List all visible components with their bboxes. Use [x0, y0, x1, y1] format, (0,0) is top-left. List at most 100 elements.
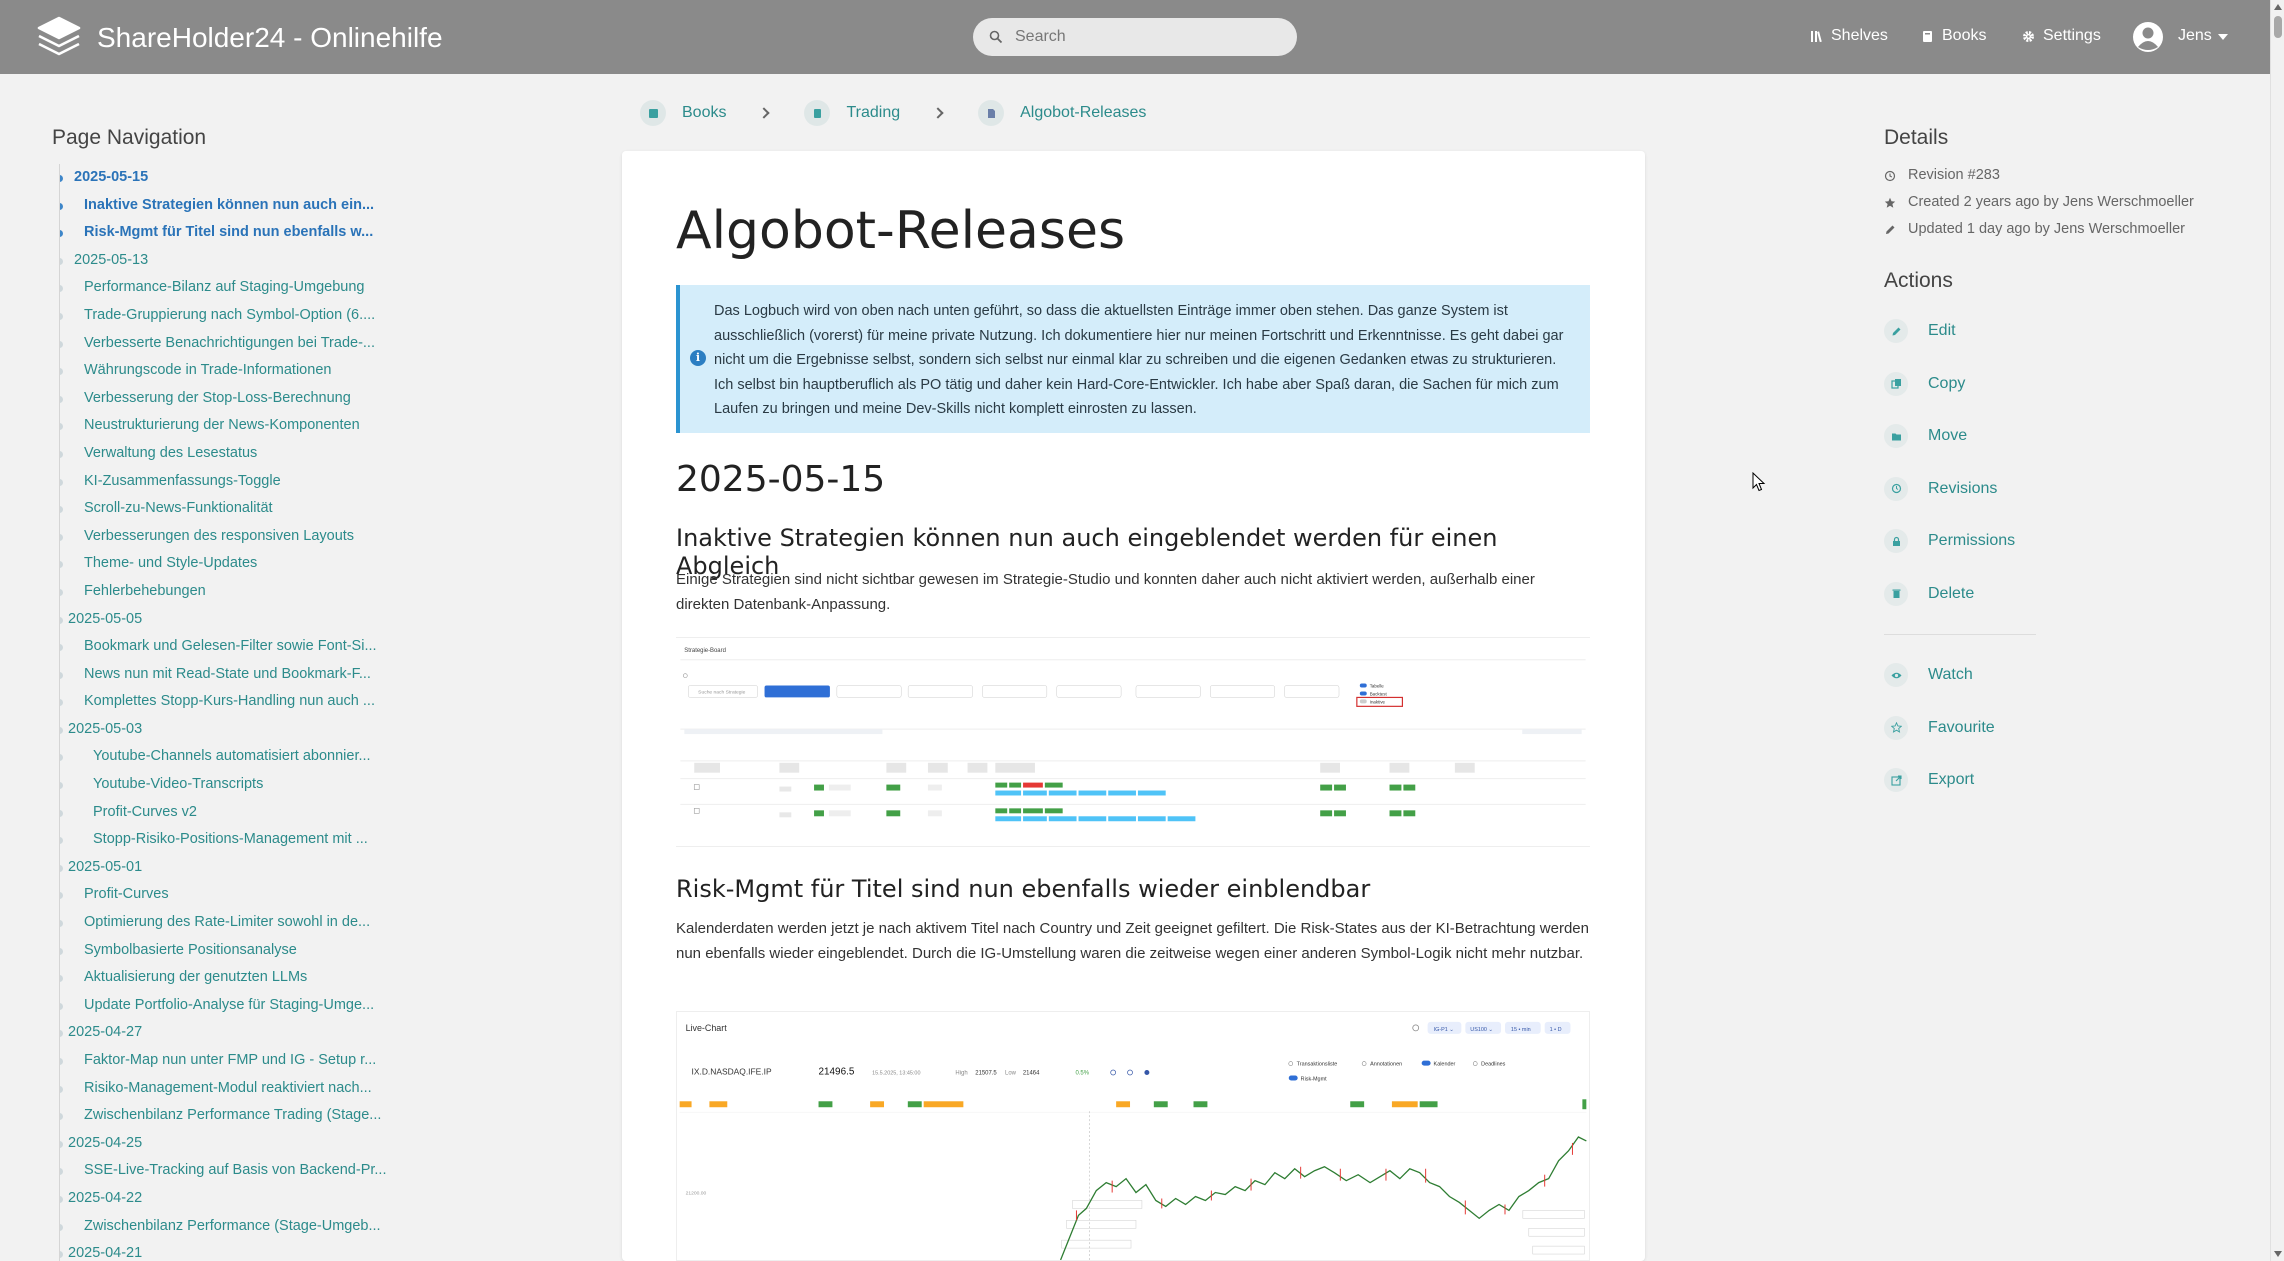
nav-item[interactable]: Youtube-Channels automatisiert abonnier.…: [60, 743, 390, 771]
nav-item[interactable]: Profit-Curves: [60, 881, 390, 909]
move-action[interactable]: Move: [1884, 410, 2244, 463]
bookstack-logo-icon[interactable]: [36, 16, 82, 58]
nav-item[interactable]: News nun mit Read-State und Bookmark-F..…: [60, 661, 390, 689]
breadcrumb-trading[interactable]: Trading: [804, 100, 900, 126]
nav-item[interactable]: 2025-04-21: [60, 1240, 390, 1261]
site-title[interactable]: ShareHolder24 - Onlinehilfe: [97, 22, 443, 54]
favourite-action[interactable]: Favourite: [1884, 702, 2244, 755]
page-scrollbar[interactable]: [2270, 0, 2284, 1261]
nav-bullet-icon: [60, 616, 63, 624]
scroll-down-arrow-icon[interactable]: [2274, 1251, 2282, 1257]
shot2-high-label: High: [955, 1070, 967, 1076]
nav-item[interactable]: 2025-04-27: [60, 1019, 390, 1047]
nav-item[interactable]: Faktor-Map nun unter FMP und IG - Setup …: [60, 1047, 390, 1075]
search-bar[interactable]: [973, 18, 1297, 56]
nav-item-label: Profit-Curves: [84, 886, 169, 903]
paragraph-inactive-strategies: Einige Strategien sind nicht sichtbar ge…: [676, 571, 1535, 613]
scroll-thumb[interactable]: [2274, 16, 2282, 38]
nav-item[interactable]: Aktualisierung der genutzten LLMs: [60, 964, 390, 992]
nav-item-label: Aktualisierung der genutzten LLMs: [84, 969, 308, 986]
nav-item[interactable]: 2025-05-05: [60, 606, 390, 634]
nav-item[interactable]: Neustrukturierung der News-Komponenten: [60, 412, 390, 440]
search-input[interactable]: [1015, 28, 1285, 46]
nav-bullet-icon: [60, 175, 63, 182]
shot2-chip-range: 1 • D: [1550, 1027, 1562, 1033]
nav-item[interactable]: Verwaltung des Lesestatus: [60, 440, 390, 468]
user-avatar-icon[interactable]: [2132, 21, 2164, 53]
nav-item-label: Verwaltung des Lesestatus: [84, 444, 258, 461]
nav-item[interactable]: Verbesserungen des responsiven Layouts: [60, 523, 390, 551]
nav-item[interactable]: Optimierung des Rate-Limiter sowohl in d…: [60, 909, 390, 937]
export-action[interactable]: Export: [1884, 754, 2244, 807]
nav-item-label: Faktor-Map nun unter FMP und IG - Setup …: [84, 1052, 377, 1068]
shot2-low: 21464: [1023, 1070, 1040, 1076]
secondary-actions-list: Watch Favourite Export: [1884, 649, 2244, 807]
nav-item[interactable]: Zwischenbilanz Performance (Stage-Umgeb.…: [60, 1213, 390, 1241]
nav-item[interactable]: Theme- und Style-Updates: [60, 550, 390, 578]
nav-item[interactable]: Währungscode in Trade-Informationen: [60, 357, 390, 385]
nav-item[interactable]: Bookmark und Gelesen-Filter sowie Font-S…: [60, 633, 390, 661]
nav-item[interactable]: 2025-05-01: [60, 854, 390, 882]
search-icon: [989, 30, 1003, 44]
user-menu-caret-icon[interactable]: [2218, 34, 2228, 40]
updated-text: Updated 1 day ago by Jens Werschmoeller: [1908, 221, 2185, 237]
nav-item[interactable]: Trade-Gruppierung nach Symbol-Option (6.…: [60, 302, 390, 330]
permissions-action[interactable]: Permissions: [1884, 515, 2244, 568]
nav-item[interactable]: 2025-04-22: [60, 1185, 390, 1213]
nav-item[interactable]: Profit-Curves v2: [60, 799, 390, 827]
created-text: Created 2 years ago by Jens Werschmoelle…: [1908, 194, 2194, 210]
nav-item[interactable]: Stopp-Risiko-Positions-Management mit ..…: [60, 826, 390, 854]
shelves-link[interactable]: Shelves: [1810, 27, 1888, 45]
copy-action[interactable]: Copy: [1884, 358, 2244, 411]
revisions-action[interactable]: Revisions: [1884, 463, 2244, 516]
nav-item[interactable]: 2025-05-15: [60, 164, 390, 192]
nav-item[interactable]: Verbesserte Benachrichtigungen bei Trade…: [60, 330, 390, 358]
settings-link[interactable]: Settings: [2022, 27, 2101, 45]
nav-bullet-icon: [60, 1085, 63, 1093]
edit-action[interactable]: Edit: [1884, 305, 2244, 358]
revision-detail[interactable]: Revision #283: [1884, 162, 2244, 189]
delete-action[interactable]: Delete: [1884, 568, 2244, 621]
breadcrumb-books[interactable]: Books: [640, 100, 726, 126]
books-link[interactable]: Books: [1921, 27, 1986, 45]
nav-item-label: Zwischenbilanz Performance (Stage-Umgeb.…: [84, 1217, 381, 1234]
nav-item[interactable]: SSE-Live-Tracking auf Basis von Backend-…: [60, 1157, 390, 1185]
nav-item[interactable]: KI-Zusammenfassungs-Toggle: [60, 468, 390, 496]
trash-icon: [1884, 581, 1908, 606]
nav-item[interactable]: Scroll-zu-News-Funktionalität: [60, 495, 390, 523]
watch-action[interactable]: Watch: [1884, 649, 2244, 702]
breadcrumb-algobot-releases[interactable]: Algobot-Releases: [978, 100, 1146, 126]
nav-item[interactable]: 2025-05-13: [60, 247, 390, 275]
info-callout: i Das Logbuch wird von oben nach unten g…: [676, 285, 1590, 433]
nav-bullet-icon: [60, 754, 63, 762]
edit-label: Edit: [1928, 322, 1956, 340]
nav-item[interactable]: Performance-Bilanz auf Staging-Umgebung: [60, 274, 390, 302]
shot1-toggle-backtest: Backtest: [1370, 691, 1388, 696]
nav-bullet-icon: [60, 699, 63, 707]
nav-item[interactable]: Komplettes Stopp-Kurs-Handling nun auch …: [60, 688, 390, 716]
nav-item[interactable]: 2025-05-03: [60, 716, 390, 744]
shot2-price: 21496.5: [819, 1066, 855, 1077]
nav-item[interactable]: Inaktive Strategien können nun auch ein.…: [60, 192, 390, 220]
nav-item[interactable]: Update Portfolio-Analyse für Staging-Umg…: [60, 992, 390, 1020]
shot1-toggle-table: Tabelle: [1370, 684, 1385, 689]
nav-item-label: Verbesserung der Stop-Loss-Berechnung: [84, 389, 351, 406]
nav-item[interactable]: Symbolbasierte Positionsanalyse: [60, 937, 390, 965]
chevron-right-icon: [758, 107, 771, 119]
nav-item[interactable]: Fehlerbehebungen: [60, 578, 390, 606]
nav-item-label: 2025-05-13: [74, 251, 149, 268]
nav-item[interactable]: Risk-Mgmt für Titel sind nun ebenfalls w…: [60, 219, 390, 247]
nav-item[interactable]: 2025-04-25: [60, 1130, 390, 1158]
page-navigation-title: Page Navigation: [52, 126, 207, 149]
nav-item[interactable]: Risiko-Management-Modul reaktiviert nach…: [60, 1075, 390, 1103]
nav-item[interactable]: Zwischenbilanz Performance Trading (Stag…: [60, 1102, 390, 1130]
nav-item-label: Trade-Gruppierung nach Symbol-Option (6.…: [84, 306, 376, 323]
section-heading-date: 2025-05-15: [676, 459, 886, 500]
user-name[interactable]: Jens: [2178, 27, 2212, 45]
nav-item[interactable]: Youtube-Video-Transcripts: [60, 771, 390, 799]
shot2-chip-account: IG-P1 ⌄: [1434, 1027, 1454, 1033]
scroll-up-arrow-icon[interactable]: [2274, 4, 2282, 10]
nav-item-label: 2025-04-25: [68, 1134, 143, 1151]
nav-item[interactable]: Verbesserung der Stop-Loss-Berechnung: [60, 385, 390, 413]
nav-bullet-icon: [60, 726, 63, 734]
